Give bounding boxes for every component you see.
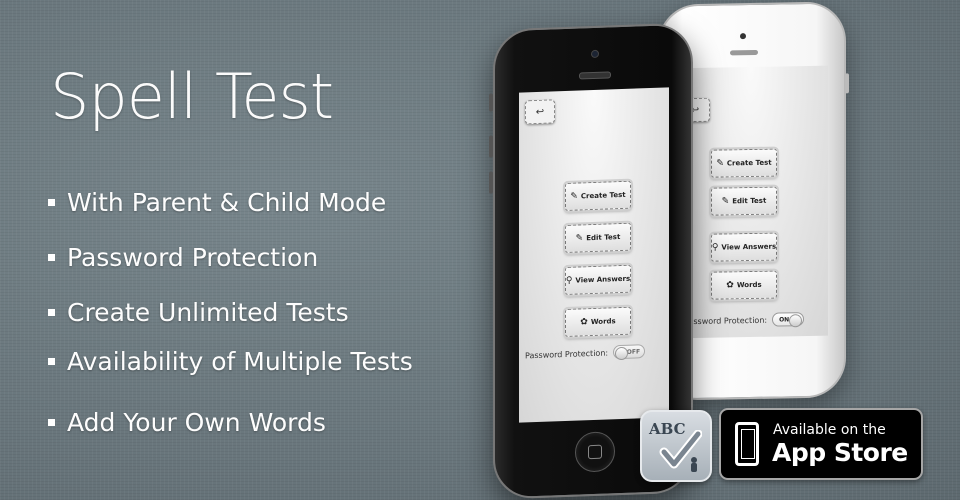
feature-item: Create Unlimited Tests <box>48 298 349 327</box>
app-store-line1: Available on the <box>773 422 886 438</box>
feature-text: Availability of Multiple Tests <box>67 347 413 376</box>
volume-up-button <box>489 135 493 158</box>
pencil-paper-icon: ✎ <box>716 158 724 169</box>
volume-down-button <box>489 171 493 194</box>
toggle-knob <box>789 314 803 328</box>
feature-text: Create Unlimited Tests <box>67 298 349 327</box>
password-label: Password Protection: <box>525 347 609 360</box>
puzzle-icon: ✿ <box>726 280 734 291</box>
home-square-icon <box>588 444 602 460</box>
magnifier-icon: ⚲ <box>711 242 719 253</box>
button-label: Words <box>736 280 762 290</box>
toggle-label: OFF <box>626 347 641 356</box>
button-label: Create Test <box>726 158 772 168</box>
create-test-button[interactable]: ✎ Create Test <box>709 146 779 180</box>
toggle-label: ON <box>779 315 790 324</box>
bullet-icon <box>48 254 55 261</box>
speaker-grille <box>730 49 758 56</box>
password-row: Password Protection: ON <box>684 312 805 328</box>
password-toggle[interactable]: OFF <box>613 344 646 361</box>
side-switch <box>845 73 849 94</box>
camera-icon <box>591 49 599 59</box>
password-toggle[interactable]: ON <box>772 312 805 328</box>
button-label: View Answers <box>575 274 631 285</box>
magnifier-icon: ⚲ <box>565 275 573 286</box>
password-row: Password Protection: OFF <box>525 344 646 362</box>
app-store-badge[interactable]: Available on the App Store <box>719 408 923 480</box>
feature-item: With Parent & Child Mode <box>48 188 386 217</box>
puzzle-icon: ✿ <box>580 317 588 328</box>
camera-icon <box>740 33 746 40</box>
button-label: Create Test <box>580 190 626 201</box>
app-icon[interactable]: ABC <box>640 410 712 482</box>
app-store-line2: App Store <box>772 438 908 467</box>
pencil-icon: ✎ <box>721 196 730 207</box>
feature-list: With Parent & Child Mode Password Protec… <box>48 0 488 500</box>
mute-switch <box>489 93 493 112</box>
back-arrow-icon: ↩ <box>535 106 545 118</box>
feature-text: With Parent & Child Mode <box>67 188 387 217</box>
speaker-grille <box>579 71 611 80</box>
home-button[interactable] <box>575 431 615 473</box>
button-label: Edit Test <box>732 196 767 206</box>
feature-item: Password Protection <box>48 243 318 272</box>
view-answers-button[interactable]: ⚲ View Answers <box>709 230 779 264</box>
words-button[interactable]: ✿ Words <box>709 268 779 302</box>
feature-item: Availability of Multiple Tests <box>48 347 413 376</box>
bullet-icon <box>48 358 55 365</box>
button-label: View Answers <box>721 242 777 252</box>
button-label: Words <box>590 317 616 327</box>
phone-screen-black: ↩ ✎ Create Test ✎ Edit Test ⚲ View Answers … <box>519 87 669 423</box>
phone-screen-white: ↩ ✎ Create Test ✎ Edit Test ⚲ View Answers … <box>674 65 828 339</box>
view-answers-button[interactable]: ⚲ View Answers <box>563 262 633 298</box>
feature-text: Password Protection <box>67 243 319 272</box>
checkmark-icon <box>659 430 702 472</box>
pencil-paper-icon: ✎ <box>570 191 578 202</box>
words-button[interactable]: ✿ Words <box>563 304 633 340</box>
edit-test-button[interactable]: ✎ Edit Test <box>563 220 633 256</box>
feature-text: Add Your Own Words <box>67 408 326 437</box>
bullet-icon <box>48 199 55 206</box>
create-test-button[interactable]: ✎ Create Test <box>563 178 633 214</box>
edit-test-button[interactable]: ✎ Edit Test <box>709 184 779 218</box>
toggle-knob <box>615 346 629 361</box>
password-label: Password Protection: <box>684 315 768 326</box>
bullet-icon <box>48 309 55 316</box>
feature-item: Add Your Own Words <box>48 408 326 437</box>
bullet-icon <box>48 419 55 426</box>
iphone-icon <box>735 422 759 466</box>
button-label: Edit Test <box>586 233 621 243</box>
pencil-icon: ✎ <box>575 233 584 244</box>
back-button[interactable]: ↩ <box>525 99 555 125</box>
